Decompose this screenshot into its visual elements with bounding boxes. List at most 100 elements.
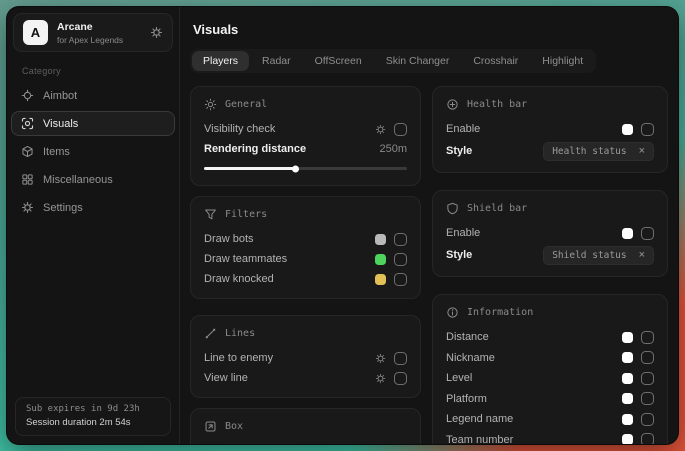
tab-players[interactable]: Players [192, 51, 249, 71]
color-swatch[interactable] [622, 373, 633, 384]
view-line-checkbox[interactable] [394, 372, 407, 385]
session-duration-text: Session duration 2m 54s [26, 417, 160, 428]
shield-enable-checkbox[interactable] [641, 227, 654, 240]
health-style-row: Style Health status × [446, 139, 654, 163]
sun-icon [204, 98, 217, 111]
card-title: Lines [225, 328, 255, 339]
card-title: Information [467, 307, 533, 318]
tab-skin-changer[interactable]: Skin Changer [375, 51, 461, 71]
close-icon[interactable]: × [639, 251, 645, 260]
distance-row: Distance [446, 327, 654, 348]
platform-checkbox[interactable] [641, 392, 654, 405]
legend-name-checkbox[interactable] [641, 413, 654, 426]
draw-teammates-row: Draw teammates [204, 249, 407, 269]
color-swatch[interactable] [375, 234, 386, 245]
settings-gear-icon[interactable] [150, 26, 163, 39]
tab-bar: Players Radar OffScreen Skin Changer Cro… [190, 49, 596, 73]
color-swatch[interactable] [622, 228, 633, 239]
view-line-row: View line [204, 368, 407, 388]
color-swatch[interactable] [622, 414, 633, 425]
app-window: A Arcane for Apex Legends Category Aimbo… [7, 7, 678, 444]
legend-name-row: Legend name [446, 409, 654, 430]
main-content: Visuals Players Radar OffScreen Skin Cha… [180, 7, 678, 444]
row-gear-icon[interactable] [375, 124, 386, 135]
visibility-check-row: Visibility check [204, 119, 407, 139]
shield-icon [446, 202, 459, 215]
sub-expires-text: Sub expires in 9d 23h [26, 404, 160, 414]
lines-card: Lines Line to enemy View line [190, 315, 421, 398]
sidebar-item-settings[interactable]: Settings [11, 195, 175, 220]
card-title: General [225, 99, 267, 110]
sidebar-item-label: Settings [43, 202, 83, 214]
tab-highlight[interactable]: Highlight [531, 51, 594, 71]
row-gear-icon[interactable] [375, 353, 386, 364]
box-enable-row: Enable [204, 441, 407, 444]
tab-crosshair[interactable]: Crosshair [462, 51, 529, 71]
row-gear-icon[interactable] [375, 373, 386, 384]
card-title: Filters [225, 209, 267, 220]
team-number-checkbox[interactable] [641, 433, 654, 444]
health-enable-checkbox[interactable] [641, 123, 654, 136]
funnel-icon [204, 208, 217, 221]
grid-icon [21, 173, 34, 186]
line-to-enemy-row: Line to enemy [204, 348, 407, 368]
category-label: Category [22, 66, 179, 76]
box-card: Box Enable Enable background [190, 408, 421, 444]
visibility-check-checkbox[interactable] [394, 123, 407, 136]
page-title: Visuals [193, 22, 668, 37]
app-title: Arcane [57, 21, 141, 33]
nickname-row: Nickname [446, 348, 654, 369]
color-swatch[interactable] [622, 393, 633, 404]
sidebar-item-miscellaneous[interactable]: Miscellaneous [11, 167, 175, 192]
sidebar-item-label: Items [43, 146, 70, 158]
sidebar-item-items[interactable]: Items [11, 139, 175, 164]
level-checkbox[interactable] [641, 372, 654, 385]
tab-offscreen[interactable]: OffScreen [304, 51, 373, 71]
color-swatch[interactable] [622, 332, 633, 343]
draw-knocked-row: Draw knocked [204, 269, 407, 289]
sidebar-item-label: Aimbot [43, 90, 77, 102]
health-enable-row: Enable [446, 119, 654, 139]
scan-icon [21, 117, 34, 130]
tab-radar[interactable]: Radar [251, 51, 302, 71]
sidebar-nav: Aimbot Visuals Items Miscellaneous [7, 83, 179, 220]
color-swatch[interactable] [375, 274, 386, 285]
line-to-enemy-checkbox[interactable] [394, 352, 407, 365]
sidebar-item-aimbot[interactable]: Aimbot [11, 83, 175, 108]
slider-thumb[interactable] [292, 165, 299, 172]
draw-bots-checkbox[interactable] [394, 233, 407, 246]
rendering-distance-value: 250m [379, 143, 407, 155]
color-swatch[interactable] [375, 254, 386, 265]
gear-icon [21, 201, 34, 214]
close-icon[interactable]: × [639, 147, 645, 156]
nickname-checkbox[interactable] [641, 351, 654, 364]
draw-knocked-checkbox[interactable] [394, 273, 407, 286]
box-frame-icon [204, 420, 217, 433]
rendering-distance-row: Rendering distance 250m [204, 139, 407, 159]
diagonal-line-icon [204, 327, 217, 340]
logo-card: A Arcane for Apex Legends [13, 13, 173, 52]
subscription-info-card: Sub expires in 9d 23h Session duration 2… [15, 397, 171, 436]
sidebar-item-label: Visuals [43, 118, 78, 130]
sidebar-item-visuals[interactable]: Visuals [11, 111, 175, 136]
sidebar-item-label: Miscellaneous [43, 174, 113, 186]
shield-style-row: Style Shield status × [446, 243, 654, 267]
shield-style-select[interactable]: Shield status × [543, 246, 654, 265]
sidebar: A Arcane for Apex Legends Category Aimbo… [7, 7, 180, 444]
app-subtitle: for Apex Legends [57, 35, 141, 45]
rendering-distance-slider[interactable] [204, 167, 407, 170]
info-icon [446, 306, 459, 319]
color-swatch[interactable] [622, 434, 633, 444]
color-swatch[interactable] [622, 352, 633, 363]
distance-checkbox[interactable] [641, 331, 654, 344]
information-card: Information Distance Nickname [432, 294, 668, 444]
card-title: Health bar [467, 99, 527, 110]
card-title: Shield bar [467, 203, 527, 214]
shield-enable-row: Enable [446, 223, 654, 243]
health-style-select[interactable]: Health status × [543, 142, 654, 161]
level-row: Level [446, 368, 654, 389]
health-icon [446, 98, 459, 111]
draw-teammates-checkbox[interactable] [394, 253, 407, 266]
color-swatch[interactable] [622, 124, 633, 135]
draw-bots-row: Draw bots [204, 229, 407, 249]
